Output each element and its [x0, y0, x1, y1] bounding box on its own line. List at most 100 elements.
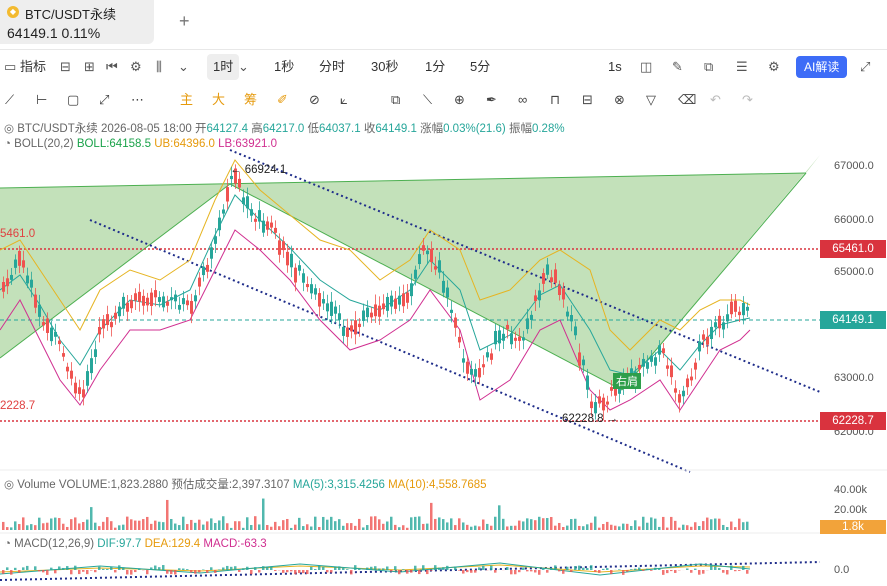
macd-bar [170, 570, 173, 575]
candle-body [714, 322, 717, 328]
candle-body [466, 361, 469, 374]
macd-bar [710, 565, 713, 570]
candle-body [182, 298, 185, 305]
candle-body [246, 196, 249, 209]
candle-body [226, 187, 229, 202]
candle-body [314, 288, 317, 295]
macd-bar [230, 566, 233, 570]
left-upper-label: 5461.0 [0, 228, 36, 240]
volume-bar [66, 526, 69, 530]
volume-bar [322, 516, 325, 530]
volume-bar [442, 519, 445, 530]
volume-bar [186, 524, 189, 530]
macd-bar [254, 567, 257, 570]
macd-bar [586, 568, 589, 570]
candle-body [222, 209, 225, 214]
volume-bars-group [2, 498, 749, 530]
candle-body [474, 369, 477, 377]
candle-body [682, 390, 685, 397]
candle-body [666, 365, 669, 369]
macd-bar [522, 567, 525, 570]
candle-body [382, 303, 385, 310]
candle-body [658, 345, 661, 355]
volume-bar [482, 519, 485, 530]
candle-body [214, 236, 217, 244]
candle-body [470, 368, 473, 375]
macd-bar [46, 570, 49, 575]
volume-bar [670, 516, 673, 530]
candle-body [590, 401, 593, 409]
low-marker: 62228.8 → [562, 413, 619, 425]
volume-bar [174, 523, 177, 530]
macd-bar [218, 569, 221, 570]
volume-bar [438, 517, 441, 530]
candle-body [398, 295, 401, 305]
macd-bar [370, 566, 373, 570]
candle-body [242, 197, 245, 205]
lower-level-tag: 62228.7 [820, 412, 886, 430]
volume-bar [166, 499, 169, 530]
candle-body [494, 330, 497, 345]
candle-body [642, 358, 645, 367]
volume-bar [474, 525, 477, 530]
macd-bar [610, 570, 613, 575]
volume-bar [242, 527, 245, 530]
macd-bar [246, 566, 249, 570]
macd-bar [466, 570, 469, 573]
candle-body [206, 264, 209, 272]
volume-bar [650, 517, 653, 530]
macd-bar [330, 570, 333, 573]
macd-bar [630, 569, 633, 570]
candle-body [542, 273, 545, 284]
macd-bar [718, 568, 721, 570]
volume-bar [450, 518, 453, 530]
macd-bar [470, 570, 473, 573]
volume-bar [90, 507, 93, 530]
candle-body [378, 305, 381, 317]
volume-bar [582, 526, 585, 530]
macd-bar [438, 567, 441, 570]
volume-bar [366, 525, 369, 530]
macd-bar [130, 570, 133, 575]
macd-bar [50, 567, 53, 570]
candle-body [406, 292, 409, 303]
candle-body [442, 280, 445, 293]
volume-bar [698, 526, 701, 530]
macd-bar [570, 570, 573, 572]
volume-bar [730, 521, 733, 530]
candle-body [374, 304, 377, 317]
volume-eye-icon[interactable]: ◎ [4, 479, 14, 491]
volume-bar [462, 522, 465, 530]
volume-bar [250, 525, 253, 530]
volume-bar [246, 517, 249, 530]
candle-body [134, 293, 137, 301]
volume-bar [398, 527, 401, 530]
volume-bar [702, 521, 705, 530]
macd-bar [518, 570, 521, 573]
macd-bar [382, 568, 385, 570]
macd-bar [478, 567, 481, 570]
candle-body [98, 327, 101, 335]
volume-bar [134, 520, 137, 530]
volume-bar [422, 523, 425, 530]
macd-bar [314, 569, 317, 570]
volume-value: VOLUME:1,823.2880 [58, 479, 169, 491]
volume-bar [130, 519, 133, 530]
macd-bar [422, 565, 425, 570]
macd-bar [194, 570, 197, 574]
volume-bar [510, 525, 513, 530]
candle-body [554, 269, 557, 283]
candle-body [734, 300, 737, 312]
volume-bar [162, 522, 165, 530]
volume-bar [318, 527, 321, 530]
volume-bar [538, 516, 541, 530]
candle-body [582, 359, 585, 366]
macd-bell-icon[interactable]: ◔ [4, 538, 11, 550]
macd-bar [54, 570, 57, 574]
macd-bar [198, 570, 201, 573]
candle-body [454, 317, 457, 328]
macd-bar [2, 570, 5, 574]
price-chart[interactable] [0, 0, 887, 586]
macd-bar [342, 567, 345, 570]
candle-body [578, 352, 581, 366]
